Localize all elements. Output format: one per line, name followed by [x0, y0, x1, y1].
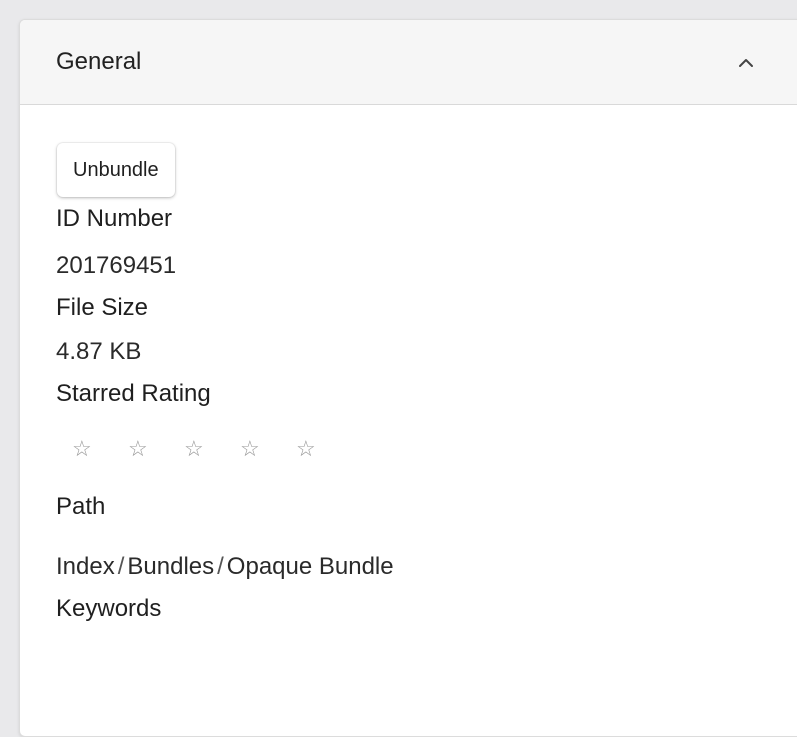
star-icon[interactable]: ☆	[184, 438, 240, 460]
star-icon[interactable]: ☆	[72, 438, 128, 460]
path-crumb-bundles: Bundles	[127, 553, 215, 580]
keywords-label: Keywords	[56, 595, 162, 622]
file-size-label: File Size	[56, 294, 149, 321]
file-size-value: 4.87 KB	[56, 338, 142, 365]
unbundle-button[interactable]: Unbundle	[57, 143, 175, 197]
path-label: Path	[56, 493, 106, 520]
path-crumb-opaque-bundle: Opaque Bundle	[226, 553, 394, 580]
id-number-value: 201769451	[56, 252, 177, 279]
id-number-label: ID Number	[56, 205, 173, 232]
panel-title: General	[56, 48, 142, 75]
collapse-button[interactable]	[728, 45, 764, 81]
path-crumb-index: Index	[56, 553, 115, 580]
path-separator: /	[117, 553, 125, 580]
star-icon[interactable]: ☆	[296, 438, 352, 460]
star-icon[interactable]: ☆	[240, 438, 296, 460]
path-separator: /	[217, 553, 224, 580]
starred-rating-label: Starred Rating	[56, 380, 211, 407]
star-icon[interactable]: ☆	[128, 438, 184, 460]
general-panel: General Unbundle ID Number 201769451 Fil…	[19, 19, 797, 737]
chevron-up-icon	[739, 59, 753, 67]
panel-header[interactable]: General	[20, 20, 797, 105]
star-rating[interactable]: ☆ ☆ ☆ ☆ ☆	[72, 438, 352, 460]
path-value: Index / Bundles / Opaque Bundle	[56, 553, 394, 581]
